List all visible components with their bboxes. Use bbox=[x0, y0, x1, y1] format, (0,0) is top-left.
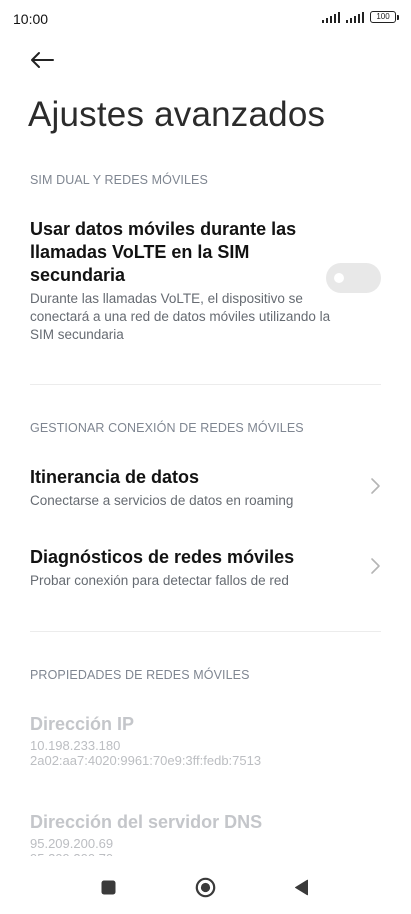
diagnostics-row[interactable]: Diagnósticos de redes móviles Probar con… bbox=[0, 546, 411, 606]
diagnostics-subtitle: Probar conexión para detectar fallos de … bbox=[30, 573, 289, 588]
triangle-back-icon bbox=[294, 879, 308, 895]
back-button[interactable] bbox=[26, 46, 58, 74]
dns-server-title: Dirección del servidor DNS bbox=[30, 812, 263, 832]
square-icon bbox=[101, 880, 115, 894]
ip-address-title: Dirección IP bbox=[30, 714, 135, 734]
status-icons: 100 bbox=[322, 11, 399, 23]
roaming-title: Itinerancia de datos bbox=[30, 467, 200, 487]
arrow-left-icon bbox=[31, 52, 54, 68]
diagnostics-text: Diagnósticos de redes móviles Probar con… bbox=[30, 546, 341, 590]
volte-data-row[interactable]: Usar datos móviles durante las llamadas … bbox=[0, 218, 411, 348]
page-title: Ajustes avanzados bbox=[28, 95, 326, 134]
toggle-knob bbox=[334, 273, 344, 283]
divider bbox=[30, 631, 381, 632]
chevron-right-icon bbox=[371, 478, 380, 494]
circle-icon bbox=[195, 877, 215, 897]
battery-icon: 100 bbox=[370, 11, 399, 23]
section-header-properties: PROPIEDADES DE REDES MÓVILES bbox=[30, 668, 250, 682]
status-bar: 10:00 100 bbox=[0, 0, 411, 36]
navigation-bar bbox=[0, 856, 411, 914]
signal-sim1-icon bbox=[322, 11, 340, 23]
ip-address-value-1: 10.198.233.180 bbox=[30, 738, 121, 753]
roaming-text: Itinerancia de datos Conectarse a servic… bbox=[30, 466, 341, 510]
roaming-subtitle: Conectarse a servicios de datos en roami… bbox=[30, 493, 294, 508]
volte-data-text: Usar datos móviles durante las llamadas … bbox=[30, 218, 330, 344]
battery-tip bbox=[397, 14, 399, 20]
signal-sim2-icon bbox=[346, 11, 364, 23]
diagnostics-title: Diagnósticos de redes móviles bbox=[30, 547, 295, 567]
recents-button[interactable] bbox=[95, 876, 121, 898]
home-button[interactable] bbox=[192, 876, 218, 898]
ip-address-text: Dirección IP 10.198.233.180 2a02:aa7:402… bbox=[30, 713, 341, 768]
ip-address-value-2: 2a02:aa7:4020:9961:70e9:3ff:fedb:7513 bbox=[30, 753, 262, 768]
section-header-manage: GESTIONAR CONEXIÓN DE REDES MÓVILES bbox=[30, 421, 304, 435]
chevron-right-icon bbox=[371, 558, 380, 574]
volte-data-title: Usar datos móviles durante las llamadas … bbox=[30, 219, 297, 285]
volte-data-toggle[interactable] bbox=[326, 263, 381, 293]
divider bbox=[30, 384, 381, 385]
volte-data-subtitle: Durante las llamadas VoLTE, el dispositi… bbox=[30, 291, 331, 342]
roaming-row[interactable]: Itinerancia de datos Conectarse a servic… bbox=[0, 466, 411, 526]
status-time: 10:00 bbox=[13, 11, 49, 27]
nav-back-button[interactable] bbox=[288, 876, 314, 898]
dns-server-value-1: 95.209.200.69 bbox=[30, 836, 114, 851]
battery-level: 100 bbox=[370, 11, 396, 23]
screen: 10:00 100 Ajustes avanzados SIM DUAL Y R… bbox=[0, 0, 411, 914]
ip-address-row: Dirección IP 10.198.233.180 2a02:aa7:402… bbox=[0, 713, 411, 783]
section-header-sim-dual: SIM DUAL Y REDES MÓVILES bbox=[30, 173, 208, 187]
